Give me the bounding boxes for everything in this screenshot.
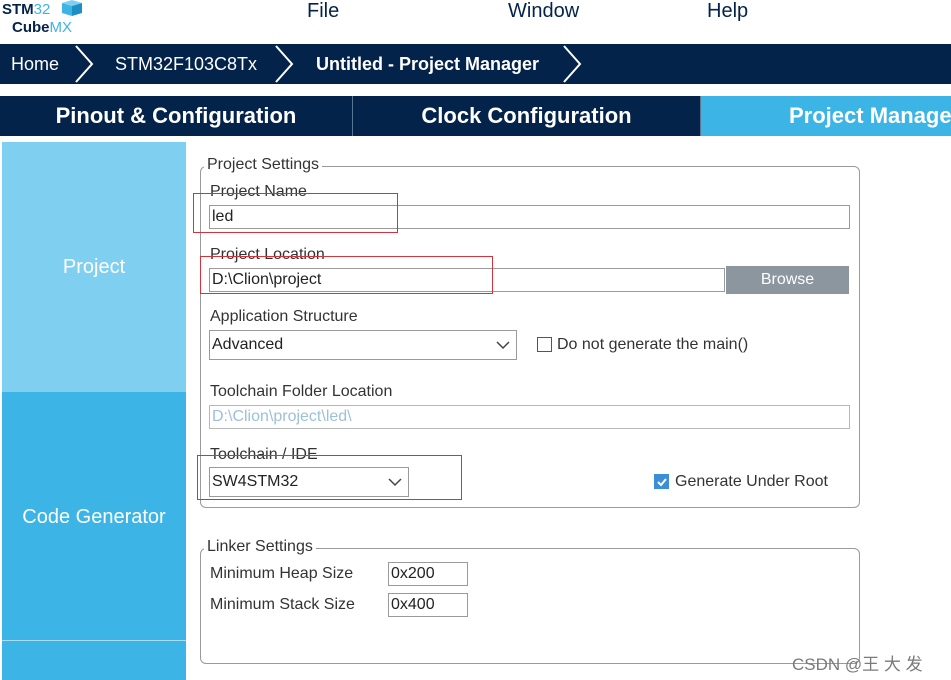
highlight-box-project-name (193, 193, 398, 233)
no-main-checkbox[interactable] (537, 337, 552, 352)
chevron-right-icon (275, 45, 294, 83)
highlight-box-project-location (200, 256, 493, 294)
application-structure-label: Application Structure (210, 308, 358, 325)
no-main-label: Do not generate the main() (557, 336, 749, 353)
generate-under-root-label: Generate Under Root (675, 473, 828, 490)
cube-icon (62, 0, 82, 16)
application-structure-select[interactable]: Advanced (209, 330, 517, 360)
toolchain-folder-input: D:\Clion\project\led\ (209, 405, 850, 429)
sidebar-divider (2, 640, 186, 641)
highlight-box-toolchain-ide (197, 455, 462, 500)
stm32cubemx-logo: STM32 CubeMX (0, 0, 90, 40)
checkmark-icon (657, 478, 667, 487)
min-heap-size-label: Minimum Heap Size (210, 565, 354, 582)
breadcrumb: Home STM32F103C8Tx Untitled - Project Ma… (0, 44, 951, 84)
linker-settings-legend: Linker Settings (204, 538, 316, 556)
menu-window[interactable]: Window (508, 0, 579, 23)
chevron-right-icon (563, 45, 582, 83)
tab-pinout-configuration[interactable]: Pinout & Configuration (0, 96, 352, 136)
browse-button[interactable]: Browse (726, 266, 849, 294)
menu-help[interactable]: Help (707, 0, 748, 23)
logo-line2: CubeMX (12, 19, 72, 36)
generate-under-root-checkbox[interactable] (654, 474, 669, 489)
min-heap-size-input[interactable]: 0x200 (388, 562, 468, 586)
tab-project-manager[interactable]: Project Manager (701, 96, 951, 136)
sidebar-item-project[interactable]: Project (2, 142, 186, 392)
toolchain-folder-label: Toolchain Folder Location (210, 383, 393, 400)
breadcrumb-device[interactable]: STM32F103C8Tx (115, 44, 257, 84)
sidebar: Project Code Generator (2, 142, 186, 680)
chevron-right-icon (75, 45, 94, 83)
min-stack-size-label: Minimum Stack Size (210, 596, 355, 613)
menu-bar: STM32 CubeMX File Window Help (0, 0, 951, 44)
main-tabs: Pinout & Configuration Clock Configurati… (0, 96, 951, 136)
breadcrumb-home[interactable]: Home (11, 44, 59, 84)
chevron-down-icon (496, 341, 510, 350)
menu-file[interactable]: File (307, 0, 339, 23)
logo-line1: STM32 (2, 1, 51, 18)
watermark: CSDN @王 大 发 (792, 655, 923, 674)
sidebar-item-code-generator[interactable]: Code Generator (2, 392, 186, 640)
breadcrumb-project[interactable]: Untitled - Project Manager (316, 44, 539, 84)
application-structure-value: Advanced (212, 336, 284, 353)
min-stack-size-input[interactable]: 0x400 (388, 593, 468, 617)
project-settings-legend: Project Settings (204, 156, 323, 174)
tab-clock-configuration[interactable]: Clock Configuration (353, 96, 700, 136)
